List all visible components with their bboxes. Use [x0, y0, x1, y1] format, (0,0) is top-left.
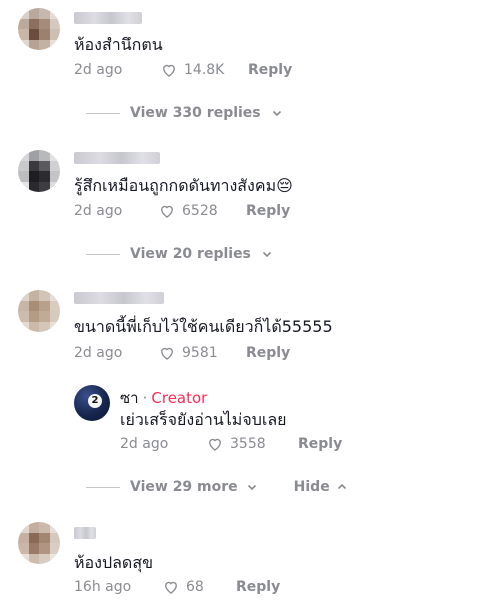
reply-button[interactable]: Reply — [248, 62, 292, 78]
heart-outline-icon — [165, 581, 177, 594]
like-count: 9581 — [182, 345, 218, 361]
reply-meta: 2d ago 3558 Reply — [120, 433, 342, 455]
comment-time: 2d ago — [74, 345, 123, 361]
comment-time: 16h ago — [74, 579, 132, 595]
comment-text: ขนาดนี้พี่เก็บไว้ใช้คนเดียวก็ได้55555 — [74, 317, 333, 336]
comment-time: 2d ago — [74, 62, 123, 78]
creator-header: ซา · Creator — [120, 386, 207, 410]
avatar[interactable] — [18, 8, 60, 50]
like-count: 68 — [186, 579, 204, 595]
comment-text: รู้สึกเหมือนถูกกดดันทางสังคม😔 — [74, 175, 293, 197]
view-more-label: View 29 more — [130, 479, 238, 495]
separator-dot: · — [142, 389, 148, 407]
chevron-down-icon — [262, 251, 271, 258]
hide-label: Hide — [293, 479, 330, 495]
hide-button[interactable]: Hide — [294, 479, 348, 495]
like-count: 14.8K — [184, 62, 225, 78]
like-button[interactable]: 9581 — [158, 344, 246, 362]
comment-meta: 2d ago 9581 Reply — [74, 342, 290, 364]
divider — [86, 253, 120, 255]
pensive-emoji-icon: 😔 — [276, 176, 293, 195]
avatar[interactable] — [18, 522, 60, 564]
view-replies-label: View 330 replies — [130, 105, 261, 121]
like-button[interactable]: 6528 — [158, 202, 246, 220]
reply-button[interactable]: Reply — [298, 436, 342, 452]
comment-text: ห้องสำนึกตน — [74, 35, 163, 54]
reply-button[interactable]: Reply — [246, 345, 290, 361]
divider — [86, 112, 120, 114]
comment-text-content: รู้สึกเหมือนถูกกดดันทางสังคม — [74, 176, 277, 195]
view-replies-button[interactable]: View 330 replies — [86, 102, 283, 124]
chevron-up-icon — [337, 483, 346, 490]
like-count: 3558 — [230, 436, 266, 452]
like-button[interactable]: 14.8K — [160, 61, 248, 79]
like-count: 6528 — [182, 203, 218, 219]
heart-outline-icon — [163, 64, 175, 77]
comment-text: ห้องปลดสุข — [74, 553, 154, 572]
avatar[interactable] — [18, 150, 60, 192]
comment-time: 2d ago — [74, 203, 123, 219]
billiard-ball-8-icon[interactable]: 2 — [74, 385, 110, 421]
avatar[interactable] — [18, 290, 60, 332]
heart-outline-icon — [161, 205, 173, 218]
like-button[interactable]: 3558 — [206, 435, 298, 453]
view-replies-button[interactable]: View 20 replies — [86, 243, 273, 265]
reply-button[interactable]: Reply — [246, 203, 290, 219]
heart-outline-icon — [161, 347, 173, 360]
chevron-down-icon — [272, 110, 281, 117]
heart-outline-icon — [209, 438, 221, 451]
username[interactable] — [74, 527, 96, 539]
creator-badge: Creator — [151, 389, 208, 407]
creator-username[interactable]: ซา — [120, 386, 139, 410]
view-replies-label: View 20 replies — [130, 246, 251, 262]
like-button[interactable]: 68 — [162, 578, 236, 596]
divider — [86, 486, 120, 488]
reply-button[interactable]: Reply — [236, 579, 280, 595]
comment-meta: 16h ago 68 Reply — [74, 576, 280, 598]
comment-meta: 2d ago 14.8K Reply — [74, 59, 292, 81]
chevron-down-icon — [247, 484, 256, 491]
reply-time: 2d ago — [120, 436, 169, 452]
view-more-replies-row: View 29 more Hide — [86, 476, 348, 498]
view-more-button[interactable]: View 29 more — [130, 479, 258, 495]
comment-meta: 2d ago 6528 Reply — [74, 200, 290, 222]
username[interactable] — [74, 292, 164, 304]
reply-text: เย่วเสร็จยังอ่านไม่จบเลย — [120, 410, 287, 429]
username[interactable] — [74, 12, 142, 24]
username[interactable] — [74, 152, 160, 164]
